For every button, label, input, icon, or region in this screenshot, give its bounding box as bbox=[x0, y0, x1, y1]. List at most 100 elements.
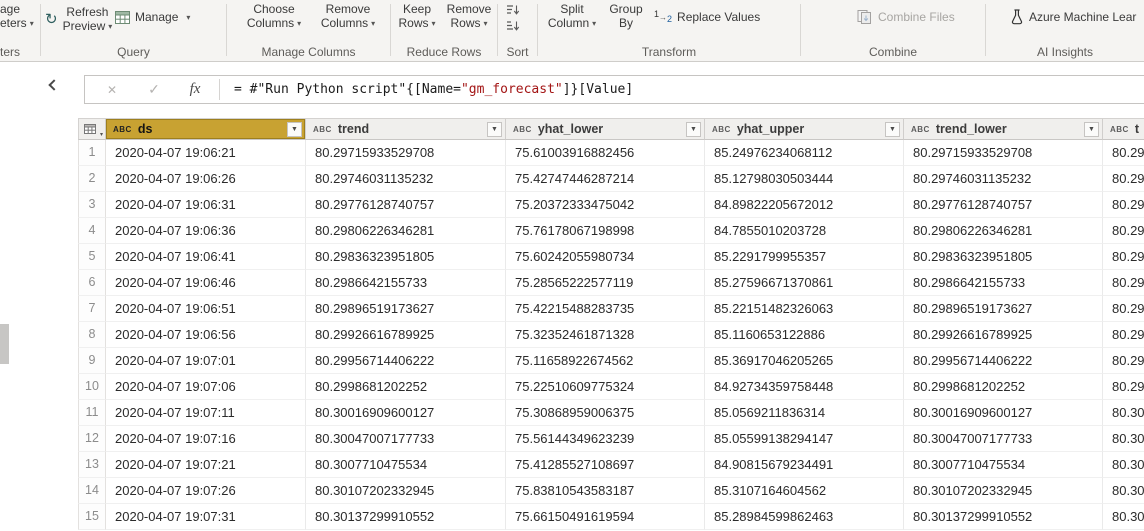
cell-yhat-upper[interactable]: 85.1160653122886 bbox=[705, 322, 904, 348]
group-by-button[interactable]: Group By bbox=[604, 0, 648, 30]
filter-button[interactable]: ▼ bbox=[885, 122, 900, 137]
cell-trend-lower[interactable]: 80.29746031135232 bbox=[904, 166, 1103, 192]
cell-trend-lower[interactable]: 80.30107202332945 bbox=[904, 478, 1103, 504]
cell-yhat-lower[interactable]: 75.42747446287214 bbox=[506, 166, 705, 192]
cell-trend-lower[interactable]: 80.29776128740757 bbox=[904, 192, 1103, 218]
cell-ds[interactable]: 2020-04-07 19:07:06 bbox=[106, 374, 306, 400]
commit-formula-button[interactable]: ✓ bbox=[141, 81, 167, 98]
cell-ds[interactable]: 2020-04-07 19:06:41 bbox=[106, 244, 306, 270]
cell-cut[interactable]: 80.30 bbox=[1103, 452, 1144, 478]
manage-parameters-button-cut[interactable]: age eters ▾ bbox=[0, 0, 40, 31]
cell-ds[interactable]: 2020-04-07 19:06:46 bbox=[106, 270, 306, 296]
cell-trend[interactable]: 80.3007710475534 bbox=[306, 452, 506, 478]
cell-trend[interactable]: 80.30107202332945 bbox=[306, 478, 506, 504]
cell-trend-lower[interactable]: 80.29806226346281 bbox=[904, 218, 1103, 244]
replace-values-button[interactable]: 1→2 Replace Values bbox=[654, 9, 760, 24]
cell-trend-lower[interactable]: 80.30137299910552 bbox=[904, 504, 1103, 530]
cell-trend-lower[interactable]: 80.2998681202252 bbox=[904, 374, 1103, 400]
cell-ds[interactable]: 2020-04-07 19:06:56 bbox=[106, 322, 306, 348]
cell-yhat-upper[interactable]: 84.89822205672012 bbox=[705, 192, 904, 218]
cell-trend[interactable]: 80.29836323951805 bbox=[306, 244, 506, 270]
cell-ds[interactable]: 2020-04-07 19:07:21 bbox=[106, 452, 306, 478]
remove-columns-button[interactable]: Remove Columns ▾ bbox=[309, 0, 387, 31]
cell-trend-lower[interactable]: 80.29715933529708 bbox=[904, 140, 1103, 166]
cell-trend[interactable]: 80.29806226346281 bbox=[306, 218, 506, 244]
cell-yhat-lower[interactable]: 75.56144349623239 bbox=[506, 426, 705, 452]
cell-cut[interactable]: 80.29 bbox=[1103, 270, 1144, 296]
manage-button[interactable]: Manage ▾ bbox=[115, 10, 190, 24]
cell-yhat-lower[interactable]: 75.61003916882456 bbox=[506, 140, 705, 166]
cell-trend[interactable]: 80.29776128740757 bbox=[306, 192, 506, 218]
cell-cut[interactable]: 80.29 bbox=[1103, 322, 1144, 348]
filter-button[interactable]: ▼ bbox=[487, 122, 502, 137]
cell-cut[interactable]: 80.30 bbox=[1103, 478, 1144, 504]
combine-files-button[interactable]: Combine Files bbox=[857, 10, 955, 24]
fx-icon[interactable]: fx bbox=[181, 81, 209, 98]
cell-ds[interactable]: 2020-04-07 19:07:26 bbox=[106, 478, 306, 504]
cell-cut[interactable]: 80.30 bbox=[1103, 426, 1144, 452]
cell-trend-lower[interactable]: 80.29956714406222 bbox=[904, 348, 1103, 374]
column-header-cut[interactable]: ABC t bbox=[1103, 119, 1144, 140]
column-header-trend[interactable]: ABC trend ▼ bbox=[306, 119, 506, 140]
cell-ds[interactable]: 2020-04-07 19:07:31 bbox=[106, 504, 306, 530]
keep-rows-button[interactable]: Keep Rows ▾ bbox=[391, 0, 443, 31]
cell-yhat-lower[interactable]: 75.41285527108697 bbox=[506, 452, 705, 478]
cell-trend-lower[interactable]: 80.29896519173627 bbox=[904, 296, 1103, 322]
cell-trend[interactable]: 80.29956714406222 bbox=[306, 348, 506, 374]
sort-ascending-button[interactable] bbox=[506, 3, 528, 17]
cell-cut[interactable]: 80.29 bbox=[1103, 218, 1144, 244]
cell-trend[interactable]: 80.29926616789925 bbox=[306, 322, 506, 348]
column-header-yhat-upper[interactable]: ABC yhat_upper ▼ bbox=[705, 119, 904, 140]
cell-cut[interactable]: 80.29 bbox=[1103, 296, 1144, 322]
cell-cut[interactable]: 80.29 bbox=[1103, 140, 1144, 166]
cell-trend-lower[interactable]: 80.29836323951805 bbox=[904, 244, 1103, 270]
cell-yhat-lower[interactable]: 75.11658922674562 bbox=[506, 348, 705, 374]
cell-yhat-upper[interactable]: 85.28984599862463 bbox=[705, 504, 904, 530]
remove-rows-button[interactable]: Remove Rows ▾ bbox=[441, 0, 497, 31]
cell-ds[interactable]: 2020-04-07 19:06:51 bbox=[106, 296, 306, 322]
cell-cut[interactable]: 80.30 bbox=[1103, 400, 1144, 426]
cell-yhat-lower[interactable]: 75.30868959006375 bbox=[506, 400, 705, 426]
column-header-yhat-lower[interactable]: ABC yhat_lower ▼ bbox=[506, 119, 705, 140]
cell-yhat-upper[interactable]: 85.2291799955357 bbox=[705, 244, 904, 270]
cell-trend[interactable]: 80.2998681202252 bbox=[306, 374, 506, 400]
cell-trend[interactable]: 80.30137299910552 bbox=[306, 504, 506, 530]
filter-button[interactable]: ▼ bbox=[1084, 122, 1099, 137]
cell-trend[interactable]: 80.30016909600127 bbox=[306, 400, 506, 426]
cell-ds[interactable]: 2020-04-07 19:06:36 bbox=[106, 218, 306, 244]
cell-yhat-lower[interactable]: 75.20372333475042 bbox=[506, 192, 705, 218]
cell-trend-lower[interactable]: 80.29926616789925 bbox=[904, 322, 1103, 348]
cell-yhat-upper[interactable]: 85.22151482326063 bbox=[705, 296, 904, 322]
cell-yhat-lower[interactable]: 75.22510609775324 bbox=[506, 374, 705, 400]
cell-yhat-upper[interactable]: 85.27596671370861 bbox=[705, 270, 904, 296]
cell-yhat-upper[interactable]: 85.0569211836314 bbox=[705, 400, 904, 426]
cell-yhat-upper[interactable]: 85.24976234068112 bbox=[705, 140, 904, 166]
queries-pane-collapsed-strip[interactable] bbox=[0, 324, 9, 364]
azure-machine-learning-button[interactable]: Azure Machine Lear bbox=[1010, 9, 1136, 25]
cell-ds[interactable]: 2020-04-07 19:07:16 bbox=[106, 426, 306, 452]
cell-yhat-lower[interactable]: 75.28565222577119 bbox=[506, 270, 705, 296]
split-column-button[interactable]: Split Column ▾ bbox=[542, 0, 602, 31]
cell-cut[interactable]: 80.29 bbox=[1103, 192, 1144, 218]
cell-trend[interactable]: 80.29746031135232 bbox=[306, 166, 506, 192]
cell-yhat-upper[interactable]: 84.7855010203728 bbox=[705, 218, 904, 244]
cell-trend[interactable]: 80.29896519173627 bbox=[306, 296, 506, 322]
choose-columns-button[interactable]: Choose Columns ▾ bbox=[235, 0, 313, 31]
cell-yhat-lower[interactable]: 75.42215488283735 bbox=[506, 296, 705, 322]
cell-yhat-lower[interactable]: 75.83810543583187 bbox=[506, 478, 705, 504]
cell-trend-lower[interactable]: 80.3007710475534 bbox=[904, 452, 1103, 478]
cell-cut[interactable]: 80.30 bbox=[1103, 504, 1144, 530]
cell-trend[interactable]: 80.2986642155733 bbox=[306, 270, 506, 296]
cell-yhat-upper[interactable]: 85.36917046205265 bbox=[705, 348, 904, 374]
cell-ds[interactable]: 2020-04-07 19:07:01 bbox=[106, 348, 306, 374]
column-header-ds[interactable]: ABC ds ▼ bbox=[106, 119, 306, 140]
cell-yhat-upper[interactable]: 85.3107164604562 bbox=[705, 478, 904, 504]
cell-ds[interactable]: 2020-04-07 19:06:31 bbox=[106, 192, 306, 218]
cell-trend-lower[interactable]: 80.30016909600127 bbox=[904, 400, 1103, 426]
cell-cut[interactable]: 80.29 bbox=[1103, 374, 1144, 400]
cell-yhat-upper[interactable]: 85.05599138294147 bbox=[705, 426, 904, 452]
cell-trend[interactable]: 80.30047007177733 bbox=[306, 426, 506, 452]
cell-yhat-lower[interactable]: 75.32352461871328 bbox=[506, 322, 705, 348]
refresh-preview-button[interactable]: ↻ Refresh Preview ▾ bbox=[45, 5, 112, 34]
table-corner-button[interactable]: ▾ bbox=[78, 119, 106, 140]
